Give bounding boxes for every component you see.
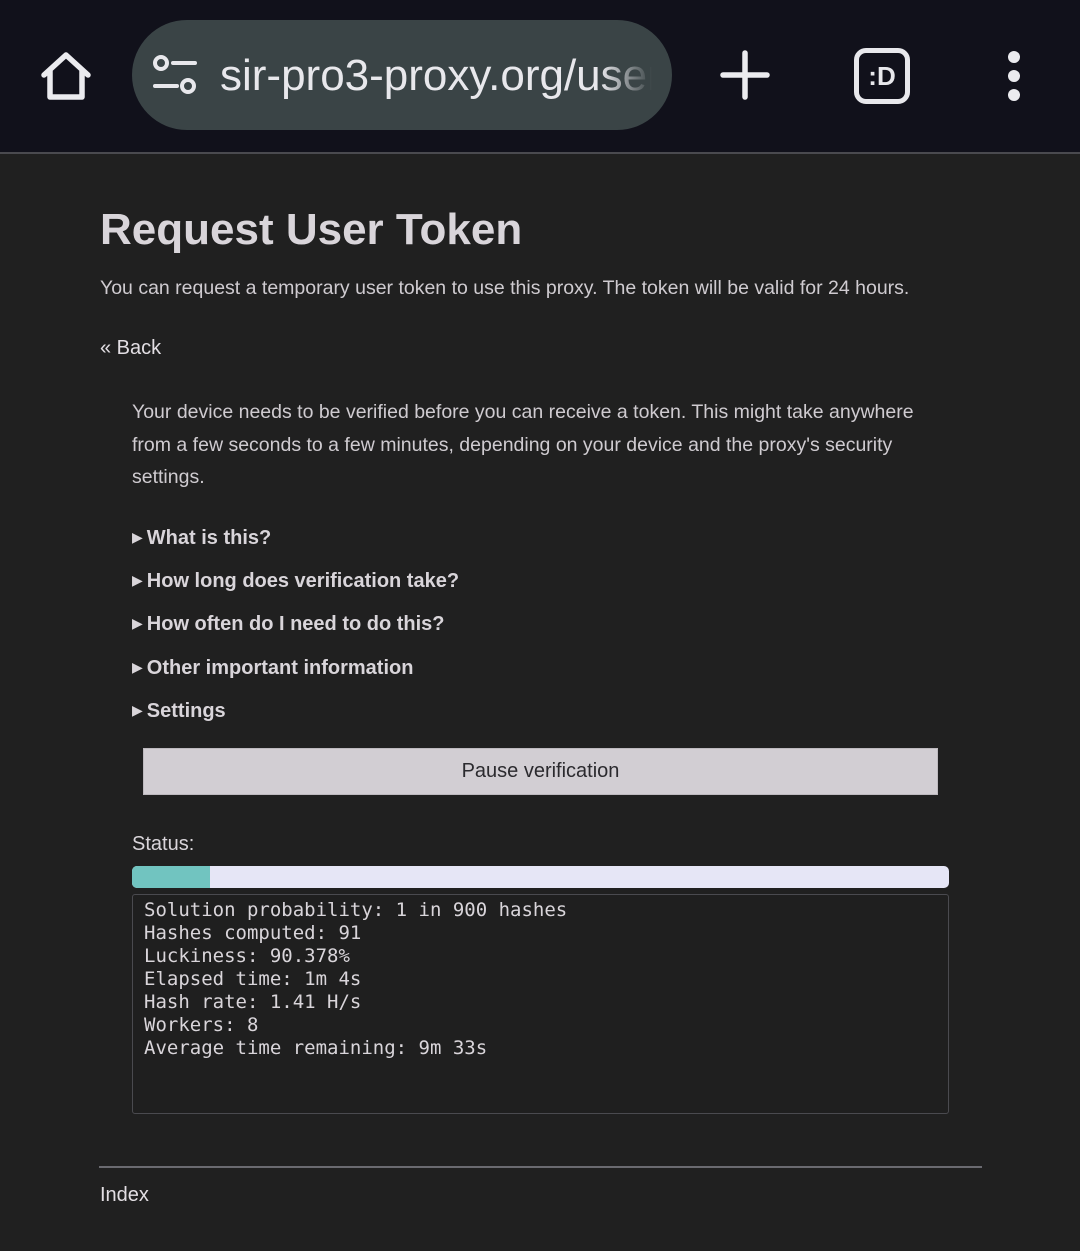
page-title: Request User Token (100, 205, 523, 254)
details-label: Settings (146, 699, 226, 722)
disclosure-triangle-icon: ▶ (132, 658, 143, 675)
status-output[interactable]: Solution probability: 1 in 900 hashes Has… (132, 894, 949, 1114)
status-label: Status: (132, 833, 195, 855)
disclosure-triangle-icon: ▶ (132, 615, 143, 632)
plus-icon[interactable] (716, 46, 774, 104)
details-settings[interactable]: ▶ Settings (132, 693, 932, 736)
index-link[interactable]: Index (100, 1181, 149, 1209)
details-how-often[interactable]: ▶ How often do I need to do this? (132, 606, 932, 649)
progress-fill (132, 866, 211, 888)
tab-switcher-label: :D (868, 60, 896, 91)
status-line: Solution probability: 1 in 900 hashes (144, 899, 568, 921)
details-how-long[interactable]: ▶ How long does verification take? (132, 563, 932, 606)
tune-icon[interactable] (152, 54, 198, 96)
intro-text: You can request a temporary user token t… (100, 277, 910, 299)
status-line: Average time remaining: 9m 33s (144, 1037, 488, 1059)
address-bar[interactable]: sir-pro3-proxy.org/user (132, 20, 672, 130)
home-icon[interactable] (36, 46, 96, 106)
footer-divider (99, 1166, 982, 1168)
progress-bar (132, 866, 949, 888)
status-line: Hash rate: 1.41 H/s (144, 991, 362, 1013)
url-text[interactable]: sir-pro3-proxy.org/user (220, 46, 652, 106)
browser-toolbar: sir-pro3-proxy.org/user :D (0, 0, 1080, 152)
details-label: What is this? (146, 527, 272, 549)
status-line: Luckiness: 90.378% (144, 945, 350, 967)
pause-verification-button[interactable]: Pause verification (143, 748, 938, 795)
status-line: Hashes computed: 91 (144, 922, 362, 944)
disclosure-triangle-icon: ▶ (132, 529, 143, 545)
disclosure-triangle-icon: ▶ (132, 701, 143, 718)
details-other-info[interactable]: ▶ Other important information (132, 650, 932, 693)
status-line: Workers: 8 (144, 1014, 259, 1036)
details-label: Other important information (146, 656, 414, 679)
back-link[interactable]: « Back (100, 334, 161, 362)
status-line: Elapsed time: 1m 4s (144, 968, 362, 990)
details-list: ▶ What is this? ▶ How long does verificati… (132, 520, 932, 736)
disclosure-triangle-icon: ▶ (132, 572, 143, 589)
toolbar-divider (0, 152, 1080, 154)
details-what-is-this[interactable]: ▶ What is this? (132, 520, 932, 563)
tab-switcher-icon[interactable]: :D (854, 48, 910, 104)
details-label: How often do I need to do this? (146, 613, 445, 636)
details-label: How long does verification take? (146, 570, 460, 593)
more-vert-icon[interactable] (996, 50, 1032, 102)
verification-notice: Your device needs to be verified before … (132, 401, 914, 488)
